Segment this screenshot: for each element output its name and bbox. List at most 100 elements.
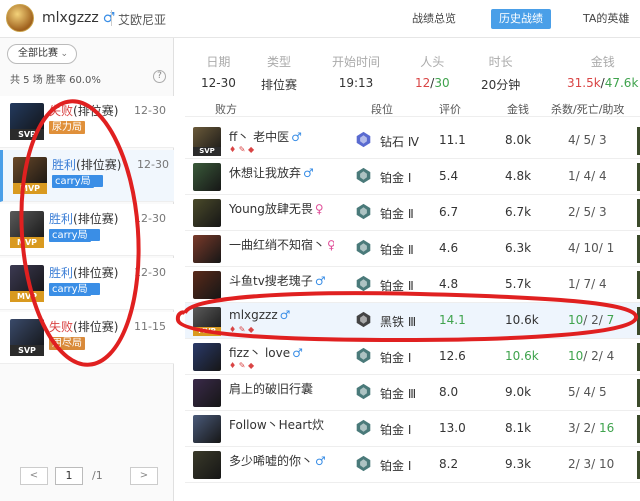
champion-portrait <box>193 415 221 443</box>
header-team: 败方 <box>215 103 237 116</box>
player-score: 12.6 <box>439 349 466 363</box>
header-kda: 杀数/死亡/助攻 <box>551 103 625 116</box>
player-rank: 铂金 Ⅰ <box>380 171 412 185</box>
player-gold: 4.8k <box>505 169 532 183</box>
player-kda: 4/ 10/ 1 <box>568 241 615 255</box>
player-score: 11.1 <box>439 133 466 147</box>
gender-icon: ♂ <box>315 454 326 468</box>
match-filter-dropdown[interactable]: 全部比赛 ⌄ <box>7 44 77 64</box>
header-rank: 段位 <box>371 103 393 116</box>
performance-badge: MVP <box>13 183 47 194</box>
win-rate-stats: 共 5 场 胜率 60.0% <box>10 75 101 86</box>
player-score: 8.0 <box>439 385 459 399</box>
game-list-item[interactable]: MVP 胜利(排位赛) carry局 12-30 <box>0 204 174 256</box>
game-date: 12-30 <box>134 266 166 279</box>
rank-emblem-icon <box>356 455 371 472</box>
help-icon[interactable]: ? <box>153 70 166 83</box>
server-name: 艾欧尼亚 <box>118 13 167 27</box>
champion-portrait <box>193 343 221 371</box>
honor-icons: ♦ ✎ ◆ <box>229 361 255 370</box>
page-total: /1 <box>92 469 103 482</box>
tab-heroes[interactable]: TA的英雄 <box>575 9 637 29</box>
rank-emblem-icon <box>356 203 371 220</box>
performance-badge: SVP <box>10 345 44 356</box>
player-row[interactable]: 肩上的破旧行囊 铂金 Ⅲ 8.0 9.0k 5/ 4/ 5 <box>185 375 640 411</box>
champion-portrait <box>193 271 221 299</box>
gender-icon: ♂ <box>279 308 291 322</box>
player-row[interactable]: Follow丶Heart炊 铂金 Ⅰ 13.0 8.1k 3/ 2/ 16 <box>185 411 640 447</box>
player-gold: 5.7k <box>505 277 532 291</box>
player-name[interactable]: 一曲红绡不知宿丶 ♀ <box>229 236 334 253</box>
player-name[interactable]: fizz丶 love ♂ <box>229 344 303 361</box>
game-list-item[interactable]: SVP 失败(排位赛) 用尽局 11-15 <box>0 312 174 364</box>
player-name[interactable]: ff丶 老中医 ♂ <box>229 128 302 145</box>
player-row[interactable]: fizz丶 love ♂ ♦ ✎ ◆ 铂金 Ⅰ 12.6 10.6k 10/ 2/ 4 <box>185 339 640 375</box>
game-result: 失败(排位赛) <box>49 104 119 118</box>
player-score: 6.7 <box>439 205 459 219</box>
player-score: 8.2 <box>439 457 459 471</box>
game-tag: 尿力局 <box>49 121 85 134</box>
player-rank: 铂金 Ⅱ <box>380 243 414 257</box>
game-list-item[interactable]: MVP 胜利(排位赛) carry局 12-30 <box>0 258 174 310</box>
champion-portrait <box>193 199 221 227</box>
gender-icon: ♂ <box>303 166 314 180</box>
player-kda: 2/ 5/ 3 <box>568 205 607 219</box>
champion-portrait <box>193 235 221 263</box>
summary-date: 日期 12-30 <box>201 55 236 90</box>
game-result: 胜利(排位赛) <box>52 158 122 172</box>
honor-icons: ♦ ✎ ◆ <box>229 145 255 154</box>
player-row[interactable]: 休想让我放弃 ♂ 铂金 Ⅰ 5.4 4.8k 1/ 4/ 4 <box>185 159 640 195</box>
player-rank: 钻石 Ⅳ <box>380 135 419 149</box>
divider <box>111 10 112 26</box>
rank-emblem-icon <box>356 275 371 292</box>
player-name[interactable]: mlxgzzz ♂ <box>229 308 290 322</box>
player-gold: 10.6k <box>505 313 539 327</box>
header-gold: 金钱 <box>507 103 529 116</box>
player-row[interactable]: 斗鱼tv搜老瑰子 ♂ 铂金 Ⅱ 4.8 5.7k 1/ 7/ 4 <box>185 267 640 303</box>
player-name[interactable]: Follow丶Heart炊 <box>229 416 326 433</box>
tab-overview[interactable]: 战绩总览 <box>404 9 464 29</box>
rank-emblem-icon <box>356 131 371 148</box>
player-row[interactable]: SVP ff丶 老中医 ♂ ♦ ✎ ◆ 钻石 Ⅳ 11.1 8.0k 4/ 5/ 3 <box>185 123 640 159</box>
avatar[interactable] <box>6 4 34 32</box>
performance-badge: SVP <box>193 147 221 156</box>
header-score: 评价 <box>439 103 461 116</box>
game-result: 胜利(排位赛) <box>49 266 119 280</box>
game-tag: 用尽局 <box>49 337 85 350</box>
player-gold: 8.1k <box>505 421 532 435</box>
player-row[interactable]: 一曲红绡不知宿丶 ♀ 铂金 Ⅱ 4.6 6.3k 4/ 10/ 1 <box>185 231 640 267</box>
champion-portrait <box>193 451 221 479</box>
player-name[interactable]: Young放肆无畏 ♀ <box>229 200 324 217</box>
performance-badge: MVP <box>10 237 44 248</box>
rank-emblem-icon <box>356 383 371 400</box>
player-kda: 2/ 3/ 10 <box>568 457 615 471</box>
player-kda: 10/ 2/ 7 <box>568 313 615 327</box>
next-page-button[interactable]: > <box>130 467 158 485</box>
rank-emblem-icon <box>356 311 371 328</box>
player-name[interactable]: 肩上的破旧行囊 <box>229 380 315 397</box>
prev-page-button[interactable]: < <box>20 467 48 485</box>
image-icon <box>88 229 100 241</box>
page-input[interactable]: 1 <box>55 467 83 485</box>
game-result: 失败(排位赛) <box>49 320 119 334</box>
game-date: 12-30 <box>134 212 166 225</box>
game-list-item[interactable]: MVP 胜利(排位赛) carry局 12-30 <box>0 150 174 202</box>
tab-history[interactable]: 历史战绩 <box>491 9 551 29</box>
player-kda: 1/ 7/ 4 <box>568 277 607 291</box>
rank-emblem-icon <box>356 347 371 364</box>
performance-badge: MVP <box>10 291 44 302</box>
player-row[interactable]: MVP mlxgzzz ♂ ♦ ✎ ◆ 黑铁 Ⅲ 14.1 10.6k 10/ 2/ 7 <box>185 303 640 339</box>
top-bar: mlxgzzz ♂ 艾欧尼亚 战绩总览 历史战绩 TA的英雄 <box>0 0 640 38</box>
player-gold: 8.0k <box>505 133 532 147</box>
player-row[interactable]: 多少唏嘘的你丶 ♂ 铂金 Ⅰ 8.2 9.3k 2/ 3/ 10 <box>185 447 640 483</box>
rank-emblem-icon <box>356 167 371 184</box>
player-name[interactable]: 多少唏嘘的你丶 ♂ <box>229 452 326 469</box>
player-gold: 9.0k <box>505 385 532 399</box>
player-kda: 3/ 2/ 16 <box>568 421 615 435</box>
player-name[interactable]: 休想让我放弃 ♂ <box>229 164 314 181</box>
player-row[interactable]: Young放肆无畏 ♀ 铂金 Ⅱ 6.7 6.7k 2/ 5/ 3 <box>185 195 640 231</box>
game-list-item[interactable]: SVP 失败(排位赛) 尿力局 12-30 <box>0 96 174 148</box>
player-name[interactable]: 斗鱼tv搜老瑰子 ♂ <box>229 272 326 289</box>
performance-badge: MVP <box>193 327 221 336</box>
champion-portrait <box>193 379 221 407</box>
